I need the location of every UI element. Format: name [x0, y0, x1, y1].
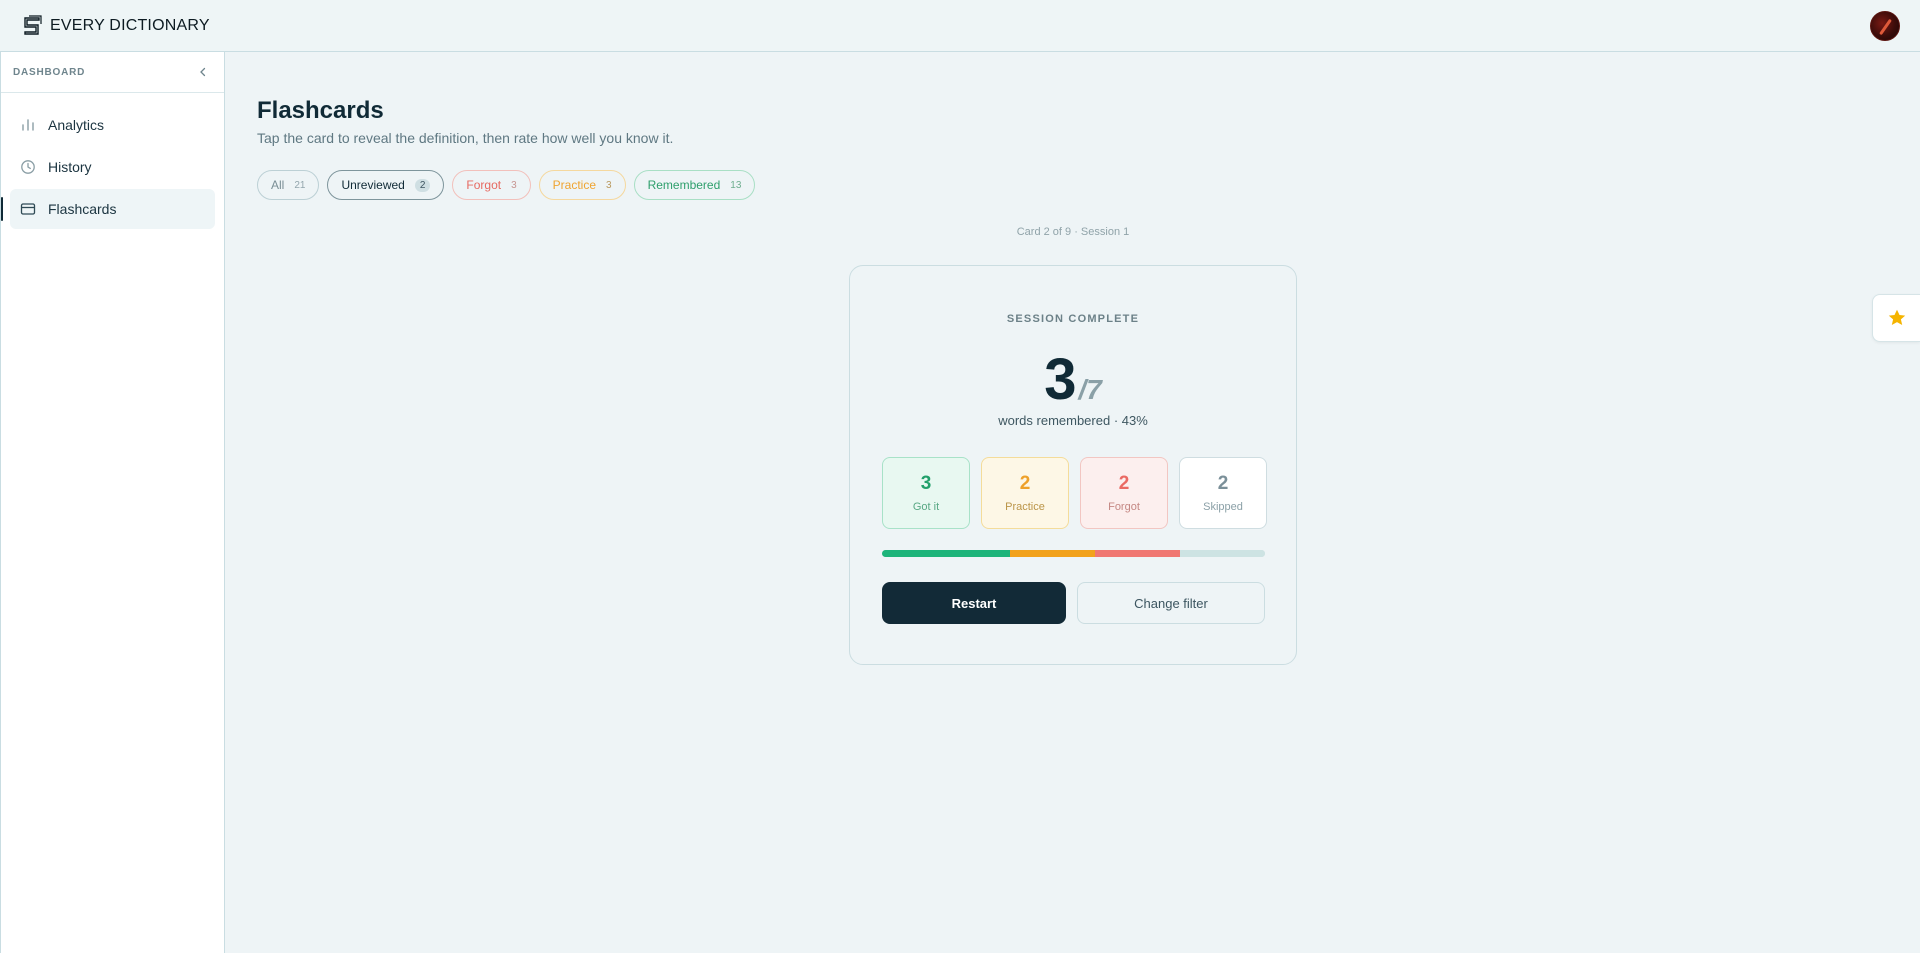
stat-value: 2 — [1019, 473, 1031, 494]
filter-chips: All 21 Unreviewed 2 Forgot 3 Practice 3 … — [257, 170, 756, 200]
stat-boxes: 3 Got it 2 Practice 2 Forgot 2 Skipped — [882, 457, 1267, 529]
sidebar-item-flashcards[interactable]: Flashcards — [1, 189, 215, 229]
sidebar-item-label: Analytics — [48, 117, 105, 133]
stat-value: 2 — [1118, 473, 1130, 494]
sidebar-item-label: Flashcards — [48, 201, 117, 217]
progress-segment-got — [882, 550, 1010, 557]
summary-actions: Restart Change filter — [882, 582, 1265, 624]
filter-label: Remembered — [647, 178, 721, 192]
favorites-tab[interactable] — [1872, 294, 1920, 342]
stat-label: Skipped — [1203, 501, 1243, 513]
chevron-left-icon[interactable] — [196, 65, 210, 79]
star-icon — [1888, 309, 1905, 325]
bar-chart-icon — [22, 119, 34, 131]
progress-segment-skipped — [1179, 550, 1265, 557]
sidebar-header: DASHBOARD — [1, 52, 224, 93]
filter-remembered[interactable]: Remembered 13 — [633, 170, 756, 200]
filter-label: Practice — [552, 178, 597, 192]
restart-button[interactable]: Restart — [882, 582, 1066, 624]
score-value: 3 — [1044, 347, 1077, 412]
filter-label: Unreviewed — [341, 178, 405, 192]
progress-segment-forgot — [1094, 550, 1180, 557]
session-complete-heading: SESSION COMPLETE — [1006, 313, 1140, 325]
filter-label: Forgot — [466, 178, 502, 192]
sidebar-item-label: History — [48, 159, 92, 175]
filter-count: 3 — [511, 179, 517, 191]
sidebar-item-analytics[interactable]: Analytics — [10, 105, 215, 145]
page-subtitle: Tap the card to reveal the definition, t… — [257, 130, 674, 146]
stat-label: Practice — [1005, 501, 1045, 513]
stat-forgot: 2 Forgot — [1080, 457, 1168, 529]
score-subtitle: words remembered · 43% — [998, 413, 1148, 428]
filter-count: 13 — [730, 179, 742, 191]
stat-got-it: 3 Got it — [882, 457, 970, 529]
sidebar-title: DASHBOARD — [13, 66, 86, 78]
main-content: Flashcards Tap the card to reveal the de… — [226, 52, 1920, 953]
stat-label: Forgot — [1108, 501, 1140, 513]
brand-name: EVERY DICTIONARY — [50, 17, 210, 34]
sidebar-item-history[interactable]: History — [10, 147, 215, 187]
filter-forgot[interactable]: Forgot 3 — [452, 170, 531, 200]
stat-value: 3 — [920, 473, 932, 494]
avatar[interactable] — [1870, 11, 1900, 41]
stat-value: 2 — [1217, 473, 1229, 494]
brand[interactable]: EVERY DICTIONARY — [22, 14, 210, 38]
filter-unreviewed[interactable]: Unreviewed 2 — [327, 170, 445, 200]
stat-practice: 2 Practice — [981, 457, 1069, 529]
stat-skipped: 2 Skipped — [1179, 457, 1267, 529]
sidebar-nav: Analytics History Flashcards — [1, 93, 224, 229]
card-position: Card 2 of 9 · Session 1 — [1016, 226, 1130, 238]
sidebar: DASHBOARD Analytics History Flashcards — [0, 52, 225, 953]
filter-count: 21 — [294, 179, 306, 191]
page-title: Flashcards — [257, 97, 384, 124]
clock-icon — [21, 160, 35, 174]
session-summary-card: SESSION COMPLETE 3 /7 words remembered ·… — [849, 265, 1297, 665]
filter-count: 3 — [606, 179, 612, 191]
filter-label: All — [271, 178, 285, 192]
logo-icon — [24, 15, 42, 35]
change-filter-button[interactable]: Change filter — [1077, 582, 1265, 624]
filter-count: 2 — [414, 178, 431, 192]
top-bar: EVERY DICTIONARY — [0, 0, 1920, 52]
progress-segment-practice — [1009, 550, 1095, 557]
filter-all[interactable]: All 21 — [257, 170, 320, 200]
filter-practice[interactable]: Practice 3 — [538, 170, 626, 200]
score: 3 /7 — [850, 351, 1296, 409]
score-total: /7 — [1078, 374, 1102, 405]
stat-label: Got it — [912, 501, 940, 513]
result-progress-bar — [882, 550, 1265, 557]
card-icon — [20, 203, 36, 215]
